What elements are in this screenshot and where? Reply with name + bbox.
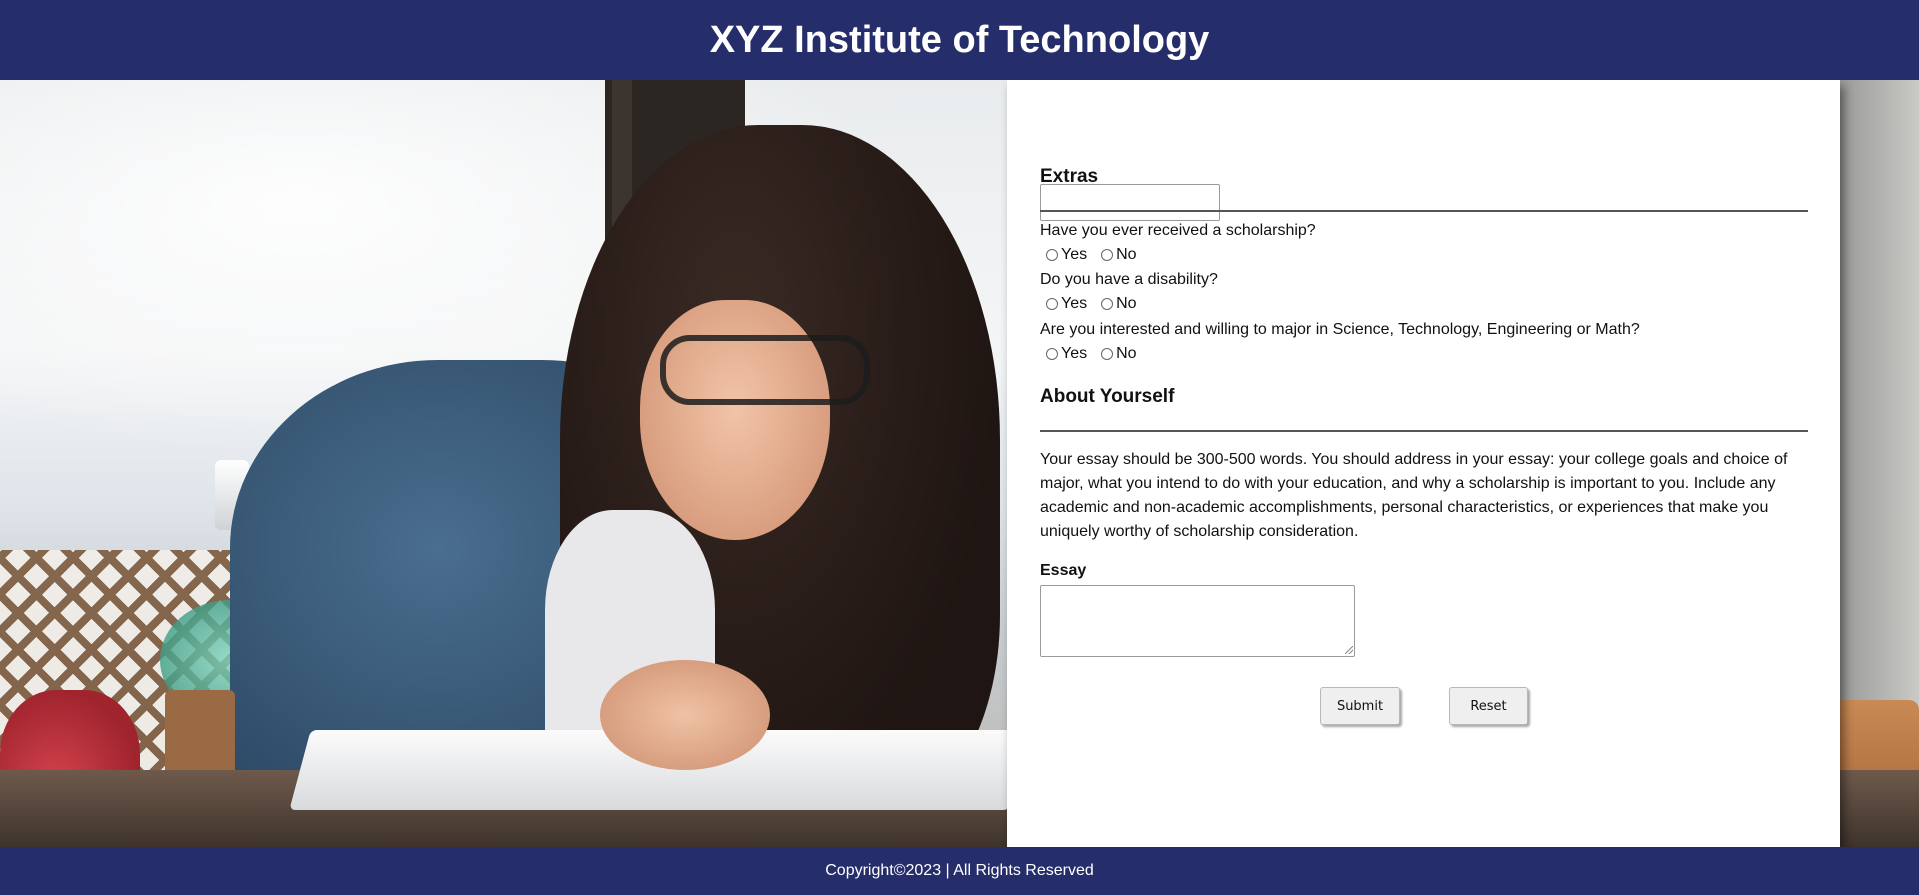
section-divider (1040, 430, 1808, 432)
radio-button[interactable] (1101, 298, 1114, 310)
site-header: XYZ Institute of Technology (0, 0, 1919, 80)
section-title-extras: Extras (1040, 166, 1099, 187)
resize-grip-icon[interactable] (1345, 646, 1353, 654)
text-input[interactable] (1040, 184, 1220, 221)
section-title-about: About Yourself (1040, 386, 1175, 407)
essay-instructions: Your essay should be 300-500 words. You … (1040, 451, 1788, 540)
radio-disability-no[interactable]: No (1095, 295, 1137, 313)
essay-label: Essay (1040, 562, 1087, 579)
essay-textarea[interactable] (1040, 585, 1355, 657)
section-divider (1040, 210, 1808, 212)
question-scholarship: Have you ever received a scholarship? (1040, 222, 1316, 239)
radio-button[interactable] (1046, 348, 1058, 360)
reset-button[interactable]: Reset (1449, 687, 1528, 725)
background-photo: Extras Have you ever received a scholars… (0, 80, 1919, 847)
radio-stem-yes[interactable]: Yes (1040, 345, 1087, 363)
radio-button[interactable] (1101, 249, 1114, 261)
radio-scholarship-yes[interactable]: Yes (1040, 246, 1087, 264)
question-stem: Are you interested and willing to major … (1040, 321, 1640, 338)
site-title: XYZ Institute of Technology (709, 18, 1210, 61)
question-disability: Do you have a disability? (1040, 271, 1218, 288)
radio-group-scholarship: Yes No (1040, 246, 1145, 264)
radio-scholarship-no[interactable]: No (1095, 246, 1137, 264)
site-footer: Copyright©2023 | All Rights Reserved (0, 847, 1919, 895)
application-form-card: Extras Have you ever received a scholars… (1007, 80, 1840, 847)
copyright-text: Copyright©2023 | All Rights Reserved (825, 862, 1094, 879)
radio-button[interactable] (1046, 298, 1058, 310)
radio-group-disability: Yes No (1040, 295, 1145, 313)
submit-button[interactable]: Submit (1320, 687, 1400, 725)
radio-button[interactable] (1101, 348, 1114, 360)
radio-button[interactable] (1046, 249, 1058, 261)
radio-group-stem: Yes No (1040, 345, 1145, 363)
radio-disability-yes[interactable]: Yes (1040, 295, 1087, 313)
radio-stem-no[interactable]: No (1095, 345, 1137, 363)
